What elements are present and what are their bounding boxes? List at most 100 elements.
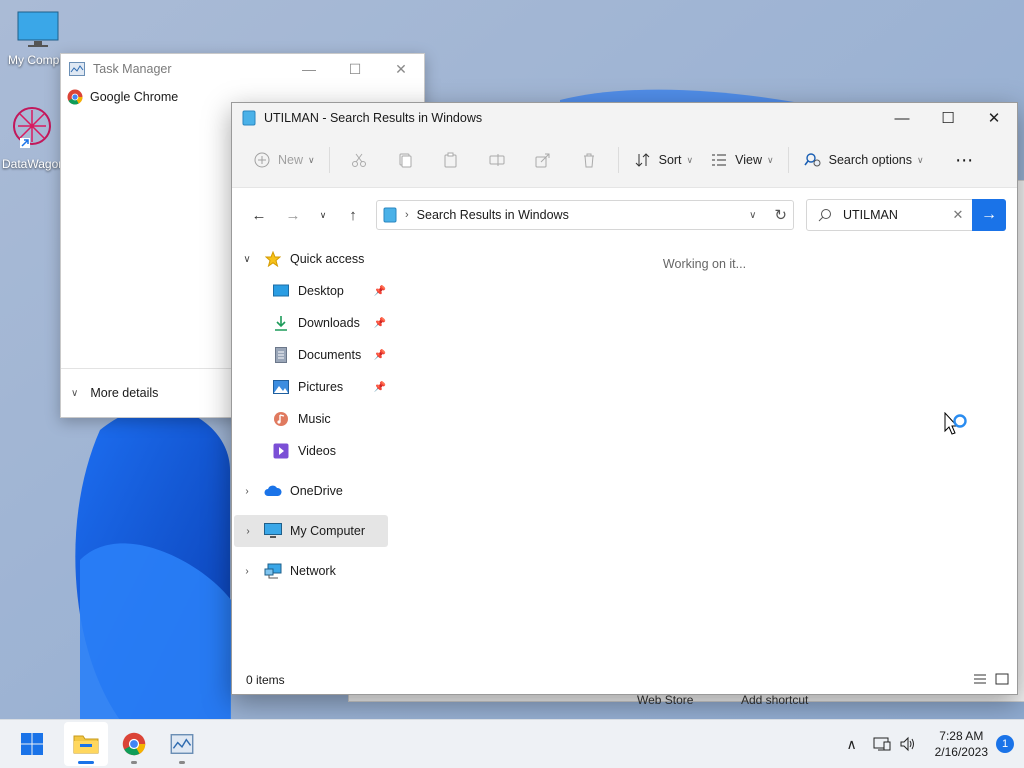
behind-text: Web Store [637, 693, 694, 707]
maximize-button[interactable]: ☐ [332, 54, 378, 84]
details-view-button[interactable] [973, 673, 987, 688]
rename-button[interactable] [474, 144, 520, 176]
windows-logo-icon [21, 733, 43, 755]
task-manager-titlebar[interactable]: Task Manager — ☐ ✕ [61, 54, 424, 84]
chevron-right-icon[interactable]: › [232, 486, 262, 497]
share-button[interactable] [520, 144, 566, 176]
nav-item-videos[interactable]: Videos [232, 435, 390, 467]
music-icon [270, 410, 292, 428]
volume-tray-icon[interactable] [895, 736, 921, 752]
start-button[interactable] [10, 722, 54, 766]
search-options-button[interactable]: Search options ∨ [795, 144, 932, 176]
forward-button[interactable]: → [276, 199, 310, 231]
nav-label: Quick access [290, 252, 365, 266]
desktop-icon-datawagon[interactable]: DataWagon [2, 104, 65, 171]
nav-label: Pictures [298, 380, 344, 394]
more-details-label: More details [90, 386, 159, 400]
address-bar[interactable]: › Search Results in Windows ∨ ↻ [376, 200, 794, 230]
item-count: 0 items [246, 673, 285, 687]
chevron-down-icon: ∨ [319, 209, 327, 220]
view-button[interactable]: View ∨ [701, 144, 781, 176]
sort-button[interactable]: Sort ∨ [625, 144, 702, 176]
nav-item-documents[interactable]: Documents 📌 [232, 339, 390, 371]
desktop-icon-my-computer[interactable]: My Computer [8, 10, 80, 67]
address-dropdown-button[interactable]: ∨ [749, 210, 756, 221]
minimize-button[interactable]: — [286, 54, 332, 84]
close-button[interactable]: ✕ [378, 54, 424, 84]
taskbar-file-explorer[interactable] [64, 722, 108, 766]
arrow-up-icon: ↑ [349, 206, 357, 224]
nav-item-music[interactable]: Music [232, 403, 390, 435]
notification-badge[interactable]: 1 [996, 735, 1014, 753]
search-results-folder-icon [383, 207, 397, 223]
back-button[interactable]: ← [242, 199, 276, 231]
chrome-icon [67, 89, 83, 105]
nav-item-my-computer[interactable]: › My Computer [234, 515, 388, 547]
chevron-down-icon: ∨ [686, 154, 694, 165]
nav-item-onedrive[interactable]: › OneDrive [232, 475, 390, 507]
thumbnail-view-button[interactable] [995, 673, 1009, 688]
explorer-titlebar[interactable]: UTILMAN - Search Results in Windows — ☐ … [232, 103, 1017, 133]
close-button[interactable]: ✕ [971, 103, 1017, 133]
task-manager-icon [170, 734, 194, 754]
desktop-folder-icon [270, 282, 292, 300]
nav-item-desktop[interactable]: Desktop 📌 [232, 275, 390, 307]
cut-button[interactable] [336, 144, 382, 176]
file-explorer-window: UTILMAN - Search Results in Windows — ☐ … [231, 102, 1018, 695]
recent-locations-button[interactable]: ∨ [310, 199, 336, 231]
clipboard-icon [444, 152, 457, 168]
show-hidden-icons-button[interactable]: ∧ [839, 736, 865, 753]
busy-cursor-icon [944, 411, 970, 445]
refresh-button[interactable]: ↻ [774, 206, 787, 224]
search-icon [807, 208, 843, 222]
network-tray-icon[interactable] [869, 736, 895, 752]
see-more-button[interactable]: ⋯ [942, 144, 988, 176]
chevron-right-icon[interactable]: › [234, 526, 262, 537]
search-box[interactable]: UTILMAN ✕ → [806, 199, 1006, 231]
nav-item-pictures[interactable]: Pictures 📌 [232, 371, 390, 403]
minimize-button[interactable]: — [879, 103, 925, 133]
search-input[interactable]: UTILMAN [843, 208, 898, 222]
copy-button[interactable] [382, 144, 428, 176]
process-name: Google Chrome [90, 90, 179, 104]
nav-item-network[interactable]: › Network [232, 555, 390, 587]
nav-item-downloads[interactable]: Downloads 📌 [232, 307, 390, 339]
file-list-area[interactable]: Working on it... [392, 243, 1017, 664]
maximize-button[interactable]: ☐ [925, 103, 971, 133]
clock[interactable]: 7:28 AM 2/16/2023 [935, 728, 988, 760]
taskbar-chrome[interactable] [112, 722, 156, 766]
search-go-button[interactable]: → [972, 199, 1006, 231]
search-options-icon [803, 150, 823, 170]
monitor-icon [262, 522, 284, 540]
taskbar: ∧ 7:28 AM 2/16/2023 1 [0, 719, 1024, 768]
chrome-icon [122, 732, 146, 756]
sort-label: Sort [658, 153, 682, 167]
pin-icon: 📌 [373, 285, 386, 297]
chevron-right-icon: › [405, 209, 409, 221]
chevron-down-icon[interactable]: ∨ [232, 254, 262, 265]
taskbar-task-manager[interactable] [160, 722, 204, 766]
chevron-down-icon: ∨ [917, 154, 924, 165]
behind-text: Add shortcut [741, 693, 809, 707]
view-list-icon [709, 150, 729, 170]
paste-button[interactable] [428, 144, 474, 176]
task-manager-title: Task Manager [93, 62, 172, 76]
copy-icon [399, 153, 412, 168]
navigation-pane: ∨ Quick access Desktop 📌 Downloads 📌 Doc… [232, 243, 390, 587]
share-icon [535, 153, 550, 168]
chevron-right-icon[interactable]: › [232, 566, 262, 577]
plus-circle-icon [252, 150, 272, 170]
address-path: Search Results in Windows [416, 208, 569, 222]
divider [617, 147, 619, 173]
nav-item-quick-access[interactable]: ∨ Quick access [232, 243, 390, 275]
nav-label: Documents [298, 348, 362, 362]
up-button[interactable]: ↑ [336, 199, 370, 231]
new-button[interactable]: New ∨ [244, 144, 323, 176]
nav-label: Videos [298, 444, 336, 458]
status-bar: 0 items [232, 666, 1017, 694]
search-options-label: Search options [828, 153, 912, 167]
command-bar: New ∨ Sort ∨ View ∨ Search options ∨ ⋯ [232, 133, 1017, 188]
delete-button[interactable] [566, 144, 612, 176]
clock-date: 2/16/2023 [934, 745, 988, 759]
clear-search-button[interactable]: ✕ [944, 207, 972, 223]
